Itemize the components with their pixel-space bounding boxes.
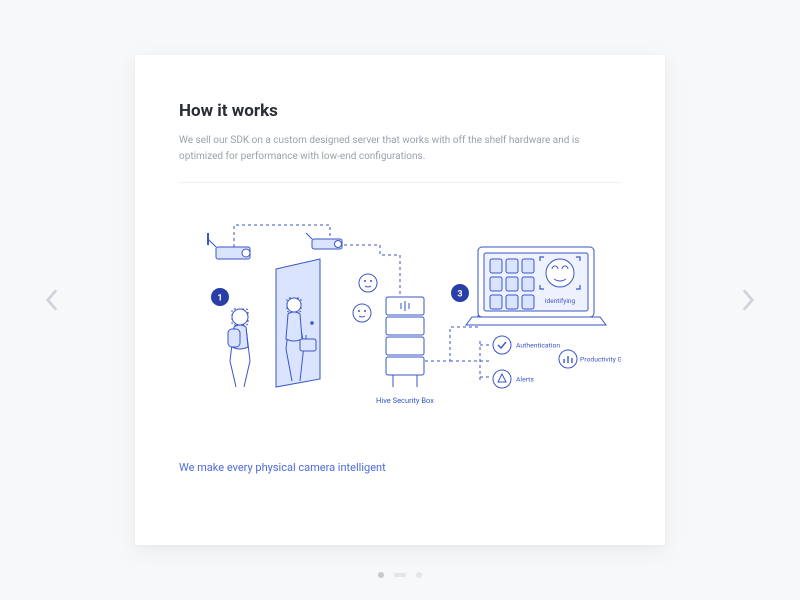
next-arrow[interactable]	[738, 289, 760, 311]
chevron-left-icon	[44, 289, 58, 311]
section-title: How it works	[179, 101, 621, 121]
screen-status-label: Identifying	[545, 297, 576, 305]
slide-caption: We make every physical camera intelligen…	[179, 461, 621, 474]
benefit-alerts: Alerts	[493, 370, 534, 388]
pagination-dot-2[interactable]	[394, 573, 406, 577]
how-it-works-diagram: 1	[179, 211, 621, 431]
chevron-right-icon	[742, 289, 756, 311]
face-thumb-icon	[359, 274, 377, 292]
svg-text:3: 3	[457, 290, 462, 300]
pagination-dot-3[interactable]	[416, 572, 422, 578]
prev-arrow[interactable]	[40, 289, 62, 311]
section-description: We sell our SDK on a custom designed ser…	[179, 133, 599, 164]
benefit-authentication: Authentication	[493, 336, 560, 354]
server-label: Hive Security Box	[376, 396, 434, 405]
camera-icon	[208, 233, 250, 259]
svg-text:Productivity Gains: Productivity Gains	[580, 356, 621, 364]
svg-text:Alerts: Alerts	[516, 376, 534, 384]
step-badge-3: 3	[451, 284, 469, 302]
face-thumb-icon	[353, 304, 371, 322]
svg-text:1: 1	[217, 294, 222, 304]
divider	[179, 182, 621, 183]
svg-text:Authentication: Authentication	[516, 342, 560, 350]
camera-icon	[306, 233, 342, 249]
slide-card: How it works We sell our SDK on a custom…	[135, 55, 665, 545]
server-icon	[386, 297, 424, 387]
benefit-productivity: Productivity Gains	[559, 350, 621, 368]
step-badge-1: 1	[211, 288, 229, 306]
laptop-icon: Identifying	[466, 247, 606, 325]
pagination-dot-1[interactable]	[378, 572, 384, 578]
person-backpack-icon	[228, 309, 250, 387]
pagination-dots	[378, 572, 422, 578]
